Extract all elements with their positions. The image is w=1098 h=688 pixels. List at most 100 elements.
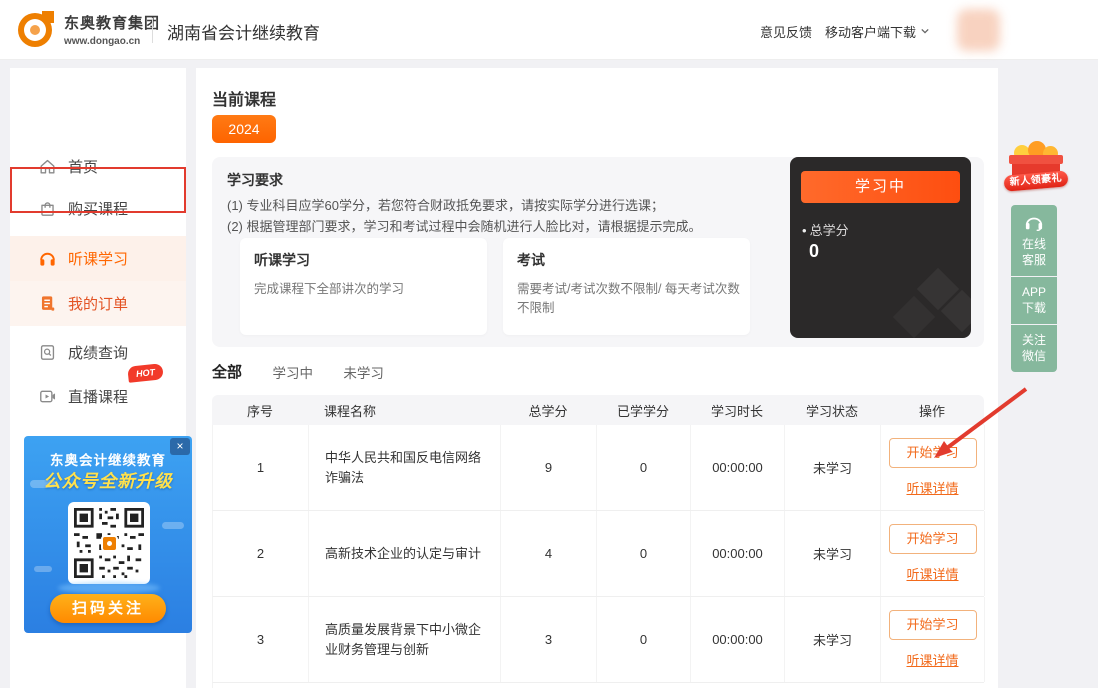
top-header: 东奥教育集团 www.dongao.cn 湖南省会计继续教育 意见反馈 移动客户… — [0, 0, 1098, 60]
dongao-logo-icon[interactable] — [18, 11, 56, 49]
card-title: 考试 — [517, 250, 545, 270]
page: 东奥教育集团 www.dongao.cn 湖南省会计继续教育 意见反馈 移动客户… — [0, 0, 1098, 688]
page-title: 当前课程 — [212, 86, 276, 110]
qr-center-logo — [101, 535, 118, 552]
table-row: 2 高新技术企业的认定与审计 4 0 00:00:00 未学习 开始学习 听课详… — [212, 511, 984, 597]
qr-promo-banner[interactable]: × 东奥会计继续教育 公众号全新升级 — [24, 436, 192, 633]
sidebar-item-study[interactable]: 听课学习 — [10, 236, 186, 281]
cell-total-credits: 9 — [501, 425, 597, 510]
col-no: 序号 — [212, 401, 308, 420]
total-credits-value: 0 — [809, 241, 819, 262]
cell-actions: 开始学习 听课详情 — [881, 425, 985, 510]
sidebar-item-label: 听课学习 — [68, 248, 128, 269]
sidebar-item-label: 首页 — [68, 156, 98, 177]
sidebar: 首页 购买课程 听课学习 我的订单 成绩查询 直播课程 HOT × — [10, 68, 186, 688]
qr-banner-title: 东奥会计继续教育 — [24, 449, 192, 469]
col-earned-credits: 已学学分 — [596, 401, 690, 420]
rail-button-label: APP下载 — [1020, 284, 1048, 316]
cell-no: 2 — [213, 511, 309, 596]
mobile-download-menu[interactable]: 移动客户端下载 — [825, 22, 929, 41]
app-download-button[interactable]: APP下载 — [1011, 277, 1057, 324]
cell-total-credits: 3 — [501, 597, 597, 682]
cell-earned-credits: 0 — [597, 425, 691, 510]
site-title: 湖南省会计继续教育 — [167, 19, 320, 44]
col-duration: 学习时长 — [690, 401, 784, 420]
cell-no: 3 — [213, 597, 309, 682]
studying-status-button[interactable]: 学习中 — [801, 171, 960, 203]
table-row: 1 中华人民共和国反电信网络诈骗法 9 0 00:00:00 未学习 开始学习 … — [212, 425, 984, 511]
brand-url: www.dongao.cn — [64, 36, 160, 47]
rail-button-label: 关注微信 — [1020, 332, 1048, 364]
shopping-bag-icon — [38, 199, 57, 218]
start-study-button[interactable]: 开始学习 — [889, 524, 977, 554]
exam-requirement-card: 考试 需要考试/考试次数不限制/ 每天考试次数不限制 — [503, 238, 750, 335]
cell-earned-credits: 0 — [597, 511, 691, 596]
main-panel: 当前课程 2024 学习要求 (1) 专业科目应学60学分，若您符合财政抵免要求… — [196, 68, 998, 688]
sidebar-item-buy-courses[interactable]: 购买课程 — [10, 186, 186, 230]
total-credits-label: 总学分 — [802, 220, 849, 239]
rail-button-label: 在线客服 — [1020, 236, 1048, 268]
course-detail-link[interactable]: 听课详情 — [906, 478, 958, 497]
course-detail-link[interactable]: 听课详情 — [906, 650, 958, 669]
col-course-name: 课程名称 — [308, 401, 500, 420]
live-video-icon — [38, 387, 57, 406]
tab-all[interactable]: 全部 — [212, 361, 242, 382]
home-icon — [38, 157, 57, 176]
cell-course-name: 中华人民共和国反电信网络诈骗法 — [309, 425, 501, 510]
sidebar-item-live[interactable]: 直播课程 — [10, 374, 186, 418]
user-avatar[interactable] — [957, 9, 1000, 51]
requirement-line: (1) 专业科目应学60学分，若您符合财政抵免要求，请按实际学分进行选课； — [227, 195, 664, 214]
listening-requirement-card: 听课学习 完成课程下全部讲次的学习 — [240, 238, 487, 335]
start-study-button[interactable]: 开始学习 — [889, 438, 977, 468]
chevron-down-icon — [921, 27, 929, 35]
cell-status: 未学习 — [785, 597, 881, 682]
sidebar-item-label: 成绩查询 — [68, 342, 128, 363]
cell-actions: 开始学习 听课详情 — [881, 511, 985, 596]
card-title: 听课学习 — [254, 250, 310, 270]
mobile-download-label: 移动客户端下载 — [825, 25, 916, 40]
cell-duration: 00:00:00 — [691, 597, 785, 682]
feedback-link[interactable]: 意见反馈 — [760, 22, 812, 41]
cell-no: 1 — [213, 425, 309, 510]
next-row-clipped — [212, 683, 984, 688]
year-tab-2024[interactable]: 2024 — [212, 115, 276, 143]
sidebar-item-orders[interactable]: 我的订单 — [10, 281, 186, 326]
cell-duration: 00:00:00 — [691, 425, 785, 510]
course-table: 序号 课程名称 总学分 已学学分 学习时长 学习状态 操作 1 中华人民共和国反… — [212, 395, 984, 688]
headset-icon — [1023, 214, 1045, 232]
tab-not-started[interactable]: 未学习 — [343, 362, 384, 382]
course-detail-link[interactable]: 听课详情 — [906, 564, 958, 583]
study-status-card: DONGAO 学习中 总学分 0 — [790, 157, 971, 338]
table-header: 序号 课程名称 总学分 已学学分 学习时长 学习状态 操作 — [212, 395, 984, 425]
online-service-button[interactable]: 在线客服 — [1011, 205, 1057, 276]
cell-status: 未学习 — [785, 511, 881, 596]
col-status: 学习状态 — [784, 401, 880, 420]
sidebar-item-label: 直播课程 — [68, 386, 128, 407]
cell-duration: 00:00:00 — [691, 511, 785, 596]
cell-status: 未学习 — [785, 425, 881, 510]
sidebar-item-label: 购买课程 — [68, 198, 128, 219]
follow-wechat-button[interactable]: 关注微信 — [1011, 325, 1057, 372]
header-divider — [152, 18, 153, 43]
brand-block: 东奥教育集团 www.dongao.cn — [64, 12, 160, 47]
cell-actions: 开始学习 听课详情 — [881, 597, 985, 682]
floating-rail: 在线客服 APP下载 关注微信 — [1011, 205, 1057, 373]
sidebar-item-label: 我的订单 — [68, 293, 128, 314]
requirement-line: (2) 根据管理部门要求，学习和考试过程中会随机进行人脸比对，请根据提示完成。 — [227, 216, 702, 235]
headphones-icon — [38, 249, 57, 268]
score-search-icon — [38, 343, 57, 362]
tab-in-progress[interactable]: 学习中 — [272, 362, 313, 382]
sidebar-item-home[interactable]: 首页 — [10, 144, 186, 188]
brand-name: 东奥教育集团 — [64, 12, 160, 33]
start-study-button[interactable]: 开始学习 — [889, 610, 977, 640]
scan-follow-button[interactable]: 扫码关注 — [50, 594, 166, 623]
qr-code — [68, 502, 150, 584]
col-total-credits: 总学分 — [500, 401, 596, 420]
cell-course-name: 高质量发展背景下中小微企业财务管理与创新 — [309, 597, 501, 682]
order-document-icon — [38, 294, 57, 313]
card-desc: 需要考试/考试次数不限制/ 每天考试次数不限制 — [517, 278, 740, 316]
filter-tabs: 全部 学习中 未学习 — [212, 361, 410, 381]
cell-course-name: 高新技术企业的认定与审计 — [309, 511, 501, 596]
cell-earned-credits: 0 — [597, 597, 691, 682]
new-user-gift-banner[interactable]: 新人领豪礼 — [1006, 143, 1068, 201]
